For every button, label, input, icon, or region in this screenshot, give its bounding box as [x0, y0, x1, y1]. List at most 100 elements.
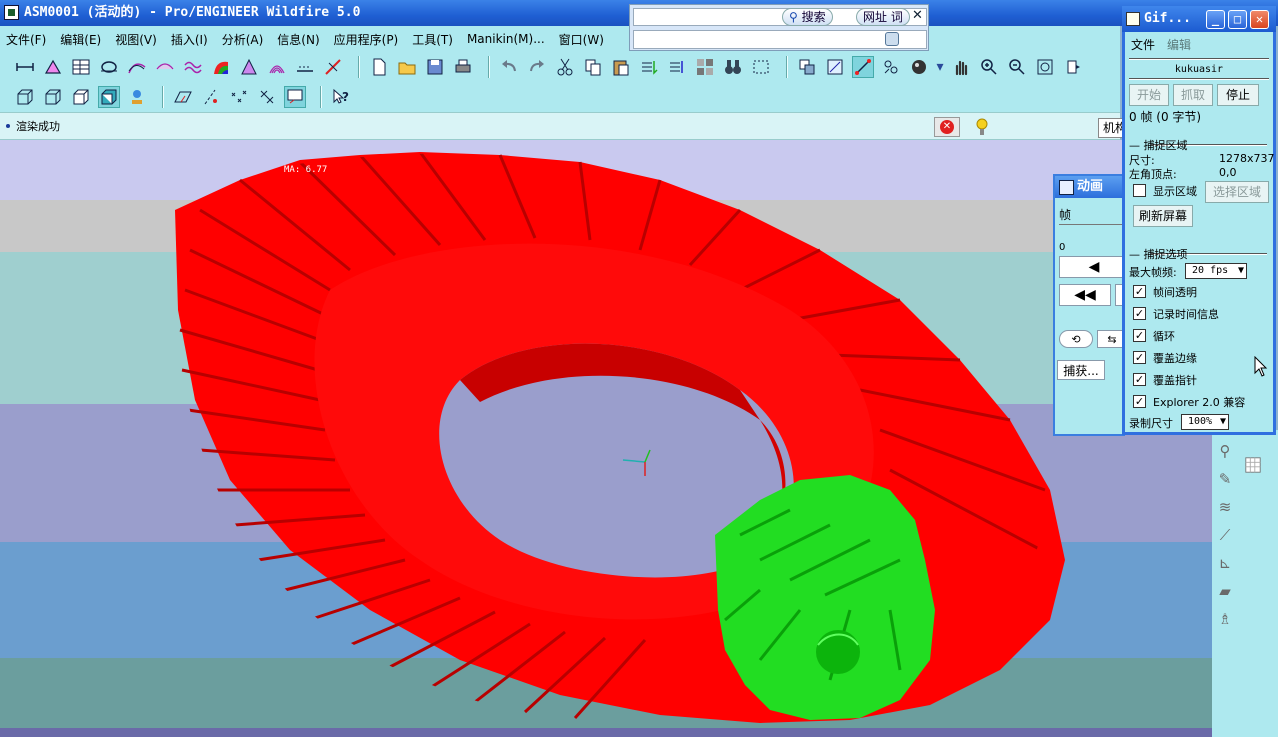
maximize-button[interactable]: □	[1228, 10, 1247, 29]
select-box-icon[interactable]	[750, 56, 772, 78]
reflection-icon[interactable]	[266, 56, 288, 78]
gif-menu-file[interactable]: 文件	[1131, 36, 1155, 53]
rewind-button[interactable]: ◀◀	[1059, 284, 1111, 306]
measure-tool-icon[interactable]: ⊾	[1214, 552, 1236, 574]
menu-tools[interactable]: 工具(T)	[412, 31, 453, 48]
menu-view[interactable]: 视图(V)	[115, 31, 157, 48]
redo-icon[interactable]	[526, 56, 548, 78]
menu-info[interactable]: 信息(N)	[277, 31, 319, 48]
section-icon[interactable]	[98, 56, 120, 78]
save-icon[interactable]	[424, 56, 446, 78]
datum-point-icon[interactable]	[880, 56, 902, 78]
regenerate-icon[interactable]	[638, 56, 660, 78]
go-icon[interactable]	[885, 32, 899, 46]
option-checkbox[interactable]: ✓	[1133, 373, 1146, 386]
shading-analysis-icon[interactable]	[210, 56, 232, 78]
wireframe-icon[interactable]	[14, 86, 36, 108]
surface-tool-icon[interactable]: ▰	[1214, 580, 1236, 602]
curvature-icon[interactable]	[182, 56, 204, 78]
copy-icon[interactable]	[582, 56, 604, 78]
pan-hand-icon[interactable]	[950, 56, 972, 78]
model-tree-icon[interactable]	[126, 86, 148, 108]
play-backward-button[interactable]: ◀	[1059, 256, 1123, 278]
dimension-icon[interactable]	[14, 56, 36, 78]
refresh-screen-button[interactable]: 刷新屏幕	[1133, 205, 1193, 227]
line-tool-icon[interactable]: ⟋	[1214, 524, 1236, 546]
close-icon[interactable]: ✕	[912, 8, 923, 23]
minimize-button[interactable]: _	[1206, 10, 1225, 29]
option-checkbox[interactable]: ✓	[1133, 395, 1146, 408]
annotation-icon[interactable]	[284, 86, 306, 108]
regenerate-manager-icon[interactable]	[666, 56, 688, 78]
zoom-in-icon[interactable]	[978, 56, 1000, 78]
menu-insert[interactable]: 插入(I)	[171, 31, 208, 48]
layer-icon[interactable]	[796, 56, 818, 78]
gif-menu-edit[interactable]: 编辑	[1167, 36, 1191, 53]
menu-applications[interactable]: 应用程序(P)	[334, 31, 399, 48]
draft-check-icon[interactable]	[322, 56, 344, 78]
reverse-button[interactable]: ⇆	[1097, 330, 1123, 348]
no-hidden-icon[interactable]	[70, 86, 92, 108]
option-checkbox[interactable]: ✓	[1133, 329, 1146, 342]
menu-edit[interactable]: 编辑(E)	[60, 31, 101, 48]
option-checkbox[interactable]: ✓	[1133, 351, 1146, 364]
close-icon: ✕	[1255, 12, 1264, 26]
spring-icon[interactable]: ≋	[1214, 496, 1236, 518]
print-icon[interactable]	[452, 56, 474, 78]
context-help-icon[interactable]: ?	[330, 86, 352, 108]
search-button[interactable]: ⚲ 搜索	[782, 8, 833, 26]
shading-icon[interactable]	[98, 86, 120, 108]
curve-analysis-icon[interactable]	[126, 56, 148, 78]
paste-icon[interactable]	[610, 56, 632, 78]
binoculars-icon[interactable]	[722, 56, 744, 78]
refit-icon[interactable]	[1034, 56, 1056, 78]
start-button[interactable]: 开始	[1129, 84, 1169, 106]
find-icon[interactable]	[694, 56, 716, 78]
paint-tool-icon[interactable]: ♗	[1214, 608, 1236, 630]
offset-analysis-icon[interactable]	[294, 56, 316, 78]
menu-analysis[interactable]: 分析(A)	[222, 31, 264, 48]
frame-slider-track[interactable]	[1059, 224, 1123, 225]
datum-display-icon[interactable]	[824, 56, 846, 78]
zoom-out-icon[interactable]	[1006, 56, 1028, 78]
cut-icon[interactable]	[554, 56, 576, 78]
menu-manikin[interactable]: Manikin(M)...	[467, 32, 545, 46]
measure-icon[interactable]	[42, 56, 64, 78]
animation-dialog-title: 动画	[1055, 176, 1123, 198]
option-checkbox[interactable]: ✓	[1133, 285, 1146, 298]
option-checkbox[interactable]: ✓	[1133, 307, 1146, 320]
select-area-button[interactable]: 选择区域	[1205, 181, 1269, 203]
grab-button[interactable]: 抓取	[1173, 84, 1213, 106]
datum-tool-icon[interactable]: ⚲	[1214, 440, 1236, 462]
stop-regeneration-button[interactable]: ✕	[934, 117, 960, 137]
slope-icon[interactable]	[238, 56, 260, 78]
loop-button[interactable]: ⟲	[1059, 330, 1093, 348]
show-area-checkbox[interactable]	[1133, 184, 1146, 197]
new-file-icon[interactable]	[368, 56, 390, 78]
hidden-line-icon[interactable]	[42, 86, 64, 108]
graphics-window[interactable]	[0, 140, 1212, 737]
surface-analysis-icon[interactable]	[154, 56, 176, 78]
dropdown-arrow-icon[interactable]: ▾	[936, 56, 944, 78]
spin-center-icon[interactable]	[908, 56, 930, 78]
reorient-icon[interactable]	[1062, 56, 1084, 78]
address-input[interactable]	[633, 30, 927, 49]
menu-window[interactable]: 窗口(W)	[559, 31, 604, 48]
capture-button[interactable]: 捕获...	[1057, 360, 1105, 380]
stop-button[interactable]: 停止	[1217, 84, 1259, 106]
url-word-button[interactable]: 网址 词	[856, 8, 910, 26]
max-fps-select[interactable]: 20 fps ▼	[1185, 263, 1247, 279]
sketch-icon[interactable]: ✎	[1214, 468, 1236, 490]
menu-file[interactable]: 文件(F)	[6, 31, 46, 48]
datum-axis-icon[interactable]	[852, 56, 874, 78]
coordinate-system-icon[interactable]	[256, 86, 278, 108]
datum-point-toggle-icon[interactable]	[228, 86, 250, 108]
datum-axis-toggle-icon[interactable]	[200, 86, 222, 108]
record-size-select[interactable]: 100% ▼	[1181, 414, 1229, 430]
datum-plane-icon[interactable]	[172, 86, 194, 108]
undo-icon[interactable]	[498, 56, 520, 78]
table-icon[interactable]	[70, 56, 92, 78]
close-button[interactable]: ✕	[1250, 10, 1269, 29]
open-folder-icon[interactable]	[396, 56, 418, 78]
grid-table-icon[interactable]	[1242, 454, 1264, 476]
